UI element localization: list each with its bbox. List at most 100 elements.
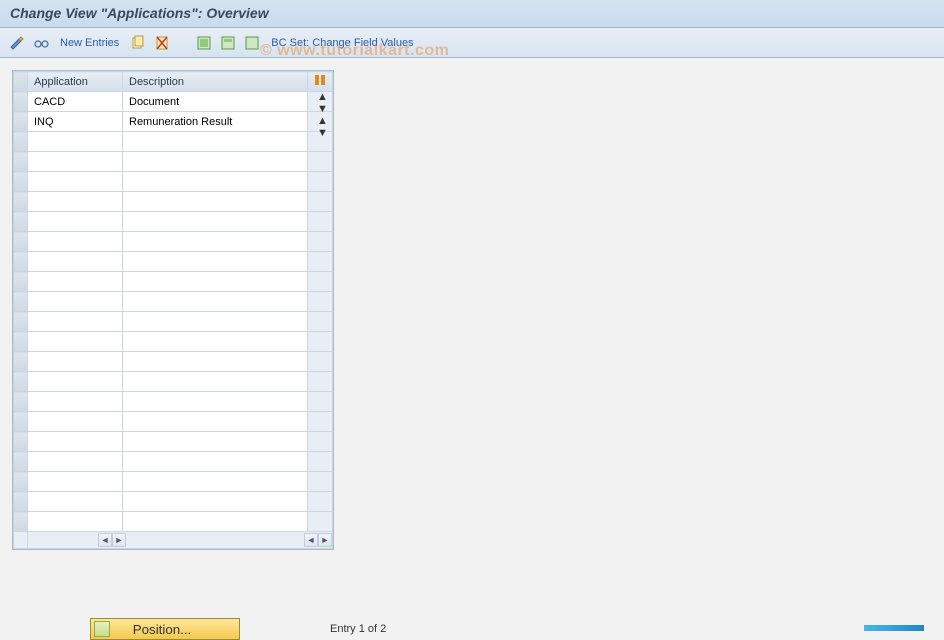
cell-application[interactable]	[28, 252, 123, 272]
cell-application[interactable]	[28, 512, 123, 532]
description-input[interactable]	[129, 333, 301, 350]
row-selector[interactable]	[14, 472, 28, 492]
description-input[interactable]	[129, 113, 301, 130]
description-input[interactable]	[129, 193, 301, 210]
cell-application[interactable]	[28, 312, 123, 332]
application-input[interactable]	[34, 413, 116, 430]
cell-application[interactable]	[28, 452, 123, 472]
row-selector[interactable]	[14, 172, 28, 192]
cell-description[interactable]	[123, 472, 308, 492]
cell-description[interactable]	[123, 212, 308, 232]
cell-application[interactable]	[28, 412, 123, 432]
application-input[interactable]	[34, 233, 116, 250]
description-input[interactable]	[129, 373, 301, 390]
description-input[interactable]	[129, 433, 301, 450]
row-selector[interactable]	[14, 432, 28, 452]
cell-application[interactable]	[28, 372, 123, 392]
cell-description[interactable]	[123, 292, 308, 312]
new-entries-button[interactable]: New Entries	[56, 37, 123, 49]
cell-description[interactable]	[123, 252, 308, 272]
glasses-icon[interactable]	[32, 34, 50, 52]
select-all-icon[interactable]	[195, 34, 213, 52]
application-input[interactable]	[34, 113, 116, 130]
description-input[interactable]	[129, 393, 301, 410]
application-input[interactable]	[34, 333, 116, 350]
row-selector[interactable]	[14, 352, 28, 372]
position-button[interactable]: Position...	[90, 618, 240, 640]
row-selector[interactable]	[14, 192, 28, 212]
vscroll-down2-icon[interactable]: ▼	[317, 127, 333, 139]
description-input[interactable]	[129, 133, 301, 150]
row-selector[interactable]	[14, 112, 28, 132]
application-input[interactable]	[34, 253, 116, 270]
hscroll-left2-icon[interactable]: ◄	[304, 533, 318, 547]
cell-description[interactable]	[123, 492, 308, 512]
cell-description[interactable]	[123, 232, 308, 252]
description-input[interactable]	[129, 153, 301, 170]
cell-description[interactable]	[123, 112, 308, 132]
row-selector[interactable]	[14, 272, 28, 292]
cell-description[interactable]	[123, 332, 308, 352]
description-input[interactable]	[129, 253, 301, 270]
row-selector[interactable]	[14, 292, 28, 312]
cell-application[interactable]	[28, 172, 123, 192]
application-input[interactable]	[34, 133, 116, 150]
hscroll-track[interactable]	[126, 533, 304, 547]
description-input[interactable]	[129, 173, 301, 190]
row-selector[interactable]	[14, 452, 28, 472]
cell-application[interactable]	[28, 152, 123, 172]
cell-application[interactable]	[28, 212, 123, 232]
hscroll-right-icon[interactable]: ►	[112, 533, 126, 547]
cell-application[interactable]	[28, 92, 123, 112]
hscroll-left-icon[interactable]: ◄	[98, 533, 112, 547]
cell-description[interactable]	[123, 312, 308, 332]
row-selector[interactable]	[14, 492, 28, 512]
row-selector[interactable]	[14, 212, 28, 232]
row-selector[interactable]	[14, 92, 28, 112]
column-header-application[interactable]: Application	[28, 72, 123, 92]
description-input[interactable]	[129, 93, 301, 110]
row-selector[interactable]	[14, 312, 28, 332]
select-block-icon[interactable]	[219, 34, 237, 52]
row-selector[interactable]	[14, 372, 28, 392]
application-input[interactable]	[34, 393, 116, 410]
vscroll-down-icon[interactable]: ▼	[317, 103, 333, 115]
cell-description[interactable]	[123, 272, 308, 292]
application-input[interactable]	[34, 473, 116, 490]
application-input[interactable]	[34, 493, 116, 510]
description-input[interactable]	[129, 273, 301, 290]
cell-description[interactable]	[123, 372, 308, 392]
cell-application[interactable]	[28, 472, 123, 492]
toggle-change-icon[interactable]	[8, 34, 26, 52]
description-input[interactable]	[129, 313, 301, 330]
cell-application[interactable]	[28, 392, 123, 412]
application-input[interactable]	[34, 373, 116, 390]
cell-application[interactable]	[28, 292, 123, 312]
row-selector[interactable]	[14, 132, 28, 152]
application-input[interactable]	[34, 193, 116, 210]
description-input[interactable]	[129, 213, 301, 230]
cell-application[interactable]	[28, 332, 123, 352]
row-selector[interactable]	[14, 412, 28, 432]
delete-icon[interactable]	[153, 34, 171, 52]
cell-description[interactable]	[123, 432, 308, 452]
copy-icon[interactable]	[129, 34, 147, 52]
cell-application[interactable]	[28, 232, 123, 252]
description-input[interactable]	[129, 413, 301, 430]
application-input[interactable]	[34, 433, 116, 450]
cell-application[interactable]	[28, 352, 123, 372]
application-input[interactable]	[34, 453, 116, 470]
hscroll-right2-icon[interactable]: ►	[318, 533, 332, 547]
application-input[interactable]	[34, 153, 116, 170]
row-selector[interactable]	[14, 232, 28, 252]
row-selector[interactable]	[14, 512, 28, 532]
application-input[interactable]	[34, 93, 116, 110]
cell-description[interactable]	[123, 352, 308, 372]
application-input[interactable]	[34, 173, 116, 190]
cell-application[interactable]	[28, 192, 123, 212]
description-input[interactable]	[129, 453, 301, 470]
cell-description[interactable]	[123, 92, 308, 112]
application-input[interactable]	[34, 353, 116, 370]
description-input[interactable]	[129, 353, 301, 370]
cell-description[interactable]	[123, 192, 308, 212]
